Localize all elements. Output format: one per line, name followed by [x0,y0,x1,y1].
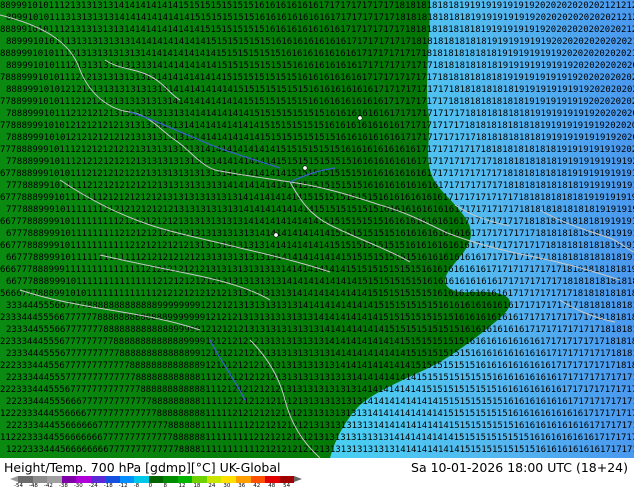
value-label-row: 6667778889991111111111111112121212121213… [0,265,634,275]
value-label-row: 2223334445567777777777778888888888888912… [0,361,634,371]
value-label-row: 1222333444566666666777777777777788881111… [6,445,634,455]
value-label-row: 8899910101113131313131314141414141414151… [6,37,634,47]
colorbar-tick-label: -54 [14,483,23,489]
value-label-row: 8889991010111213131313131314141414141414… [0,49,634,59]
value-label-row: 2233344455567777777778888888888888999912… [0,337,634,347]
value-label-row: 8899910101112131313131414141414141515151… [0,1,634,11]
value-label-row: 7888999101011121213131313131314141414141… [0,73,634,83]
value-label-row: 7778889991011121212121212131313131313141… [0,145,634,155]
value-label-row: 6677788899910111111111111111212121212121… [6,277,634,287]
valid-time: Sa 10-01-2026 18:00 UTC (18+24) [411,460,628,475]
value-label-row: 8999101011131313131314141414141414151515… [6,13,634,23]
colorbar-tick-label: 48 [268,483,276,489]
value-label-row: 7888999101012121212121213131313131314141… [6,133,634,143]
value-label-row: 8889991010121212131313131313131414141414… [6,85,634,95]
map-title: Height/Temp. 700 hPa [gdmp][°C] UK-Globa… [4,460,281,475]
colorbar-tick-label: -8 [133,483,140,489]
value-label-row: 7778889991011111112121212121212131313131… [6,205,634,215]
value-label-row: 2223334445556777777777777788888888888811… [0,385,634,395]
colorbar-tick-label: 42 [253,483,261,489]
value-label-row: 6677788899910111111111112121212121213131… [0,241,634,251]
value-label-row: 1122233344556666666777777777777788888811… [0,433,634,443]
colorbar-tick-label: 30 [223,483,231,489]
colorbar-tick-label: 54 [283,483,291,489]
value-label-row: 7788899910101212121212131313131313141414… [0,121,634,131]
value-label-row: 6677788899910111111111212121212121313131… [0,217,634,227]
colorbar-tick-label: -18 [103,483,113,489]
value-label-row: 8889910101112131313131314141414141414151… [0,25,634,35]
colorbar-tick-label: 8 [163,483,168,489]
value-label-row: 3334445556677778888888888888999999991212… [6,301,634,311]
colorbar-tick-label: -42 [43,483,53,489]
value-label-row: 8899910101112131313131313131414141414141… [6,61,634,71]
colorbar-tick-label: -48 [28,483,38,489]
value-label-row: 2223344455566677777777777778888888881111… [6,397,634,407]
colorbar-ticks: -54 -48 -42 -38 -30 -24 -18 -12 -8 0 8 12 18 24 30 36 42… [14,482,298,490]
map-canvas: 8899910101112131313131414141414141515151… [0,0,634,458]
value-label-row: 2333445556677777778888888888888999991212… [6,325,634,335]
value-label-row: 2233344455577777777777778888888888881112… [6,373,634,383]
map-footer: Height/Temp. 700 hPa [gdmp][°C] UK-Globa… [0,458,634,490]
value-label-row: 6777888999101111111112121212121212131313… [6,229,634,239]
colorbar-tick-label: -38 [58,483,68,489]
value-label-row: 7778889910111112121212121212131313131313… [6,181,634,191]
weather-map[interactable]: 8899910101112131313131414141414141515151… [0,0,634,458]
colorbar-tick-label: 0 [148,483,153,489]
value-label-row: 2333444555677777777778888888888888991212… [6,349,634,359]
value-label-row: 2333444555667777778888888888888999999912… [0,313,634,323]
value-label-row: 5666777888991010111111111111121212121212… [0,289,634,299]
colorbar-tick-label: -12 [118,483,128,489]
colorbar-tick-label: 24 [208,483,216,489]
colorbar-tick-label: 12 [178,483,186,489]
colorbar-tick-label: -24 [88,483,98,489]
value-label-row: 2223334445566666677777777777778888881111… [6,421,634,431]
value-label-row: 6778889991010111212121212121313131313131… [0,169,634,179]
colorbar-tick-label: 36 [238,483,246,489]
value-label-row: 7888999101112121212131313131313131414141… [6,109,634,119]
value-label-row: 7788899910111212121212121313131313131314… [6,157,634,167]
value-label-row: 1222333444556666777777777777788888888811… [0,409,634,419]
colorbar-tick-label: 18 [193,483,201,489]
colorbar-tick-label: -30 [73,483,83,489]
value-label-row: 7788999101011121212131313131313141414141… [0,97,634,107]
